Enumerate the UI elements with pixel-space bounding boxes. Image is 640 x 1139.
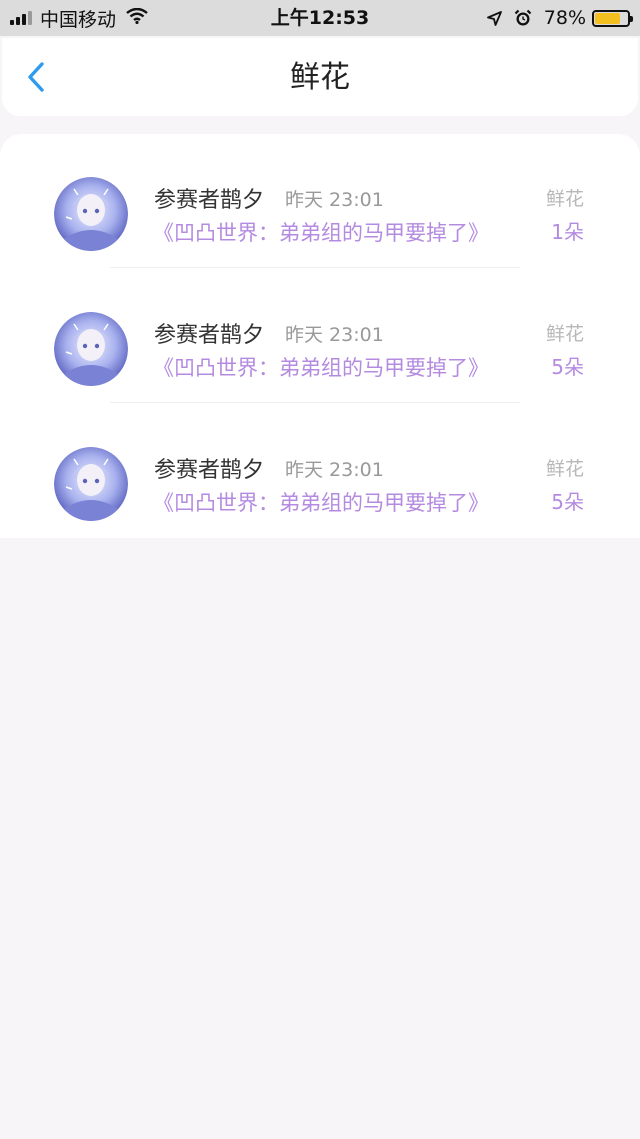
timestamp: 昨天 23:01 — [285, 459, 384, 481]
nav-bar: 鲜花 — [2, 38, 638, 116]
user-name: 参赛者鹊夕 — [154, 323, 265, 348]
location-arrow-icon — [486, 10, 502, 26]
work-title-link[interactable]: 《凹凸世界：弟弟组的马甲要掉了》 — [153, 352, 489, 382]
battery-level — [595, 12, 620, 24]
flower-record-list: 参赛者鹊夕 昨天 23:01 《凹凸世界：弟弟组的马甲要掉了》 鲜花 1朵 参赛… — [0, 134, 640, 538]
avatar — [54, 177, 128, 251]
user-name: 参赛者鹊夕 — [154, 188, 265, 213]
divider — [110, 267, 520, 268]
status-right: 78% — [486, 0, 633, 36]
battery-icon — [592, 9, 633, 27]
gift-type-label: 鲜花 — [545, 458, 584, 480]
page-title: 鲜花 — [290, 60, 350, 95]
gift-count: 5朵 — [551, 355, 584, 379]
alarm-clock-icon — [514, 9, 532, 27]
timestamp: 昨天 23:01 — [285, 189, 384, 211]
list-item[interactable]: 参赛者鹊夕 昨天 23:01 《凹凸世界：弟弟组的马甲要掉了》 鲜花 1朵 — [0, 134, 640, 269]
gift-count: 1朵 — [551, 220, 584, 244]
gift-type-label: 鲜花 — [545, 323, 584, 345]
user-name: 参赛者鹊夕 — [154, 458, 265, 483]
battery-percent: 78% — [543, 7, 586, 29]
work-title-link[interactable]: 《凹凸世界：弟弟组的马甲要掉了》 — [153, 217, 489, 247]
avatar — [54, 447, 128, 521]
divider — [110, 402, 520, 403]
status-bar: 中国移动 上午12:53 78% — [0, 0, 640, 36]
gift-count: 5朵 — [551, 490, 584, 514]
work-title-link[interactable]: 《凹凸世界：弟弟组的马甲要掉了》 — [153, 487, 489, 517]
list-item[interactable]: 参赛者鹊夕 昨天 23:01 《凹凸世界：弟弟组的马甲要掉了》 鲜花 5朵 — [0, 404, 640, 539]
timestamp: 昨天 23:01 — [285, 324, 384, 346]
list-item[interactable]: 参赛者鹊夕 昨天 23:01 《凹凸世界：弟弟组的马甲要掉了》 鲜花 5朵 — [0, 269, 640, 404]
gift-type-label: 鲜花 — [545, 188, 584, 210]
avatar — [54, 312, 128, 386]
